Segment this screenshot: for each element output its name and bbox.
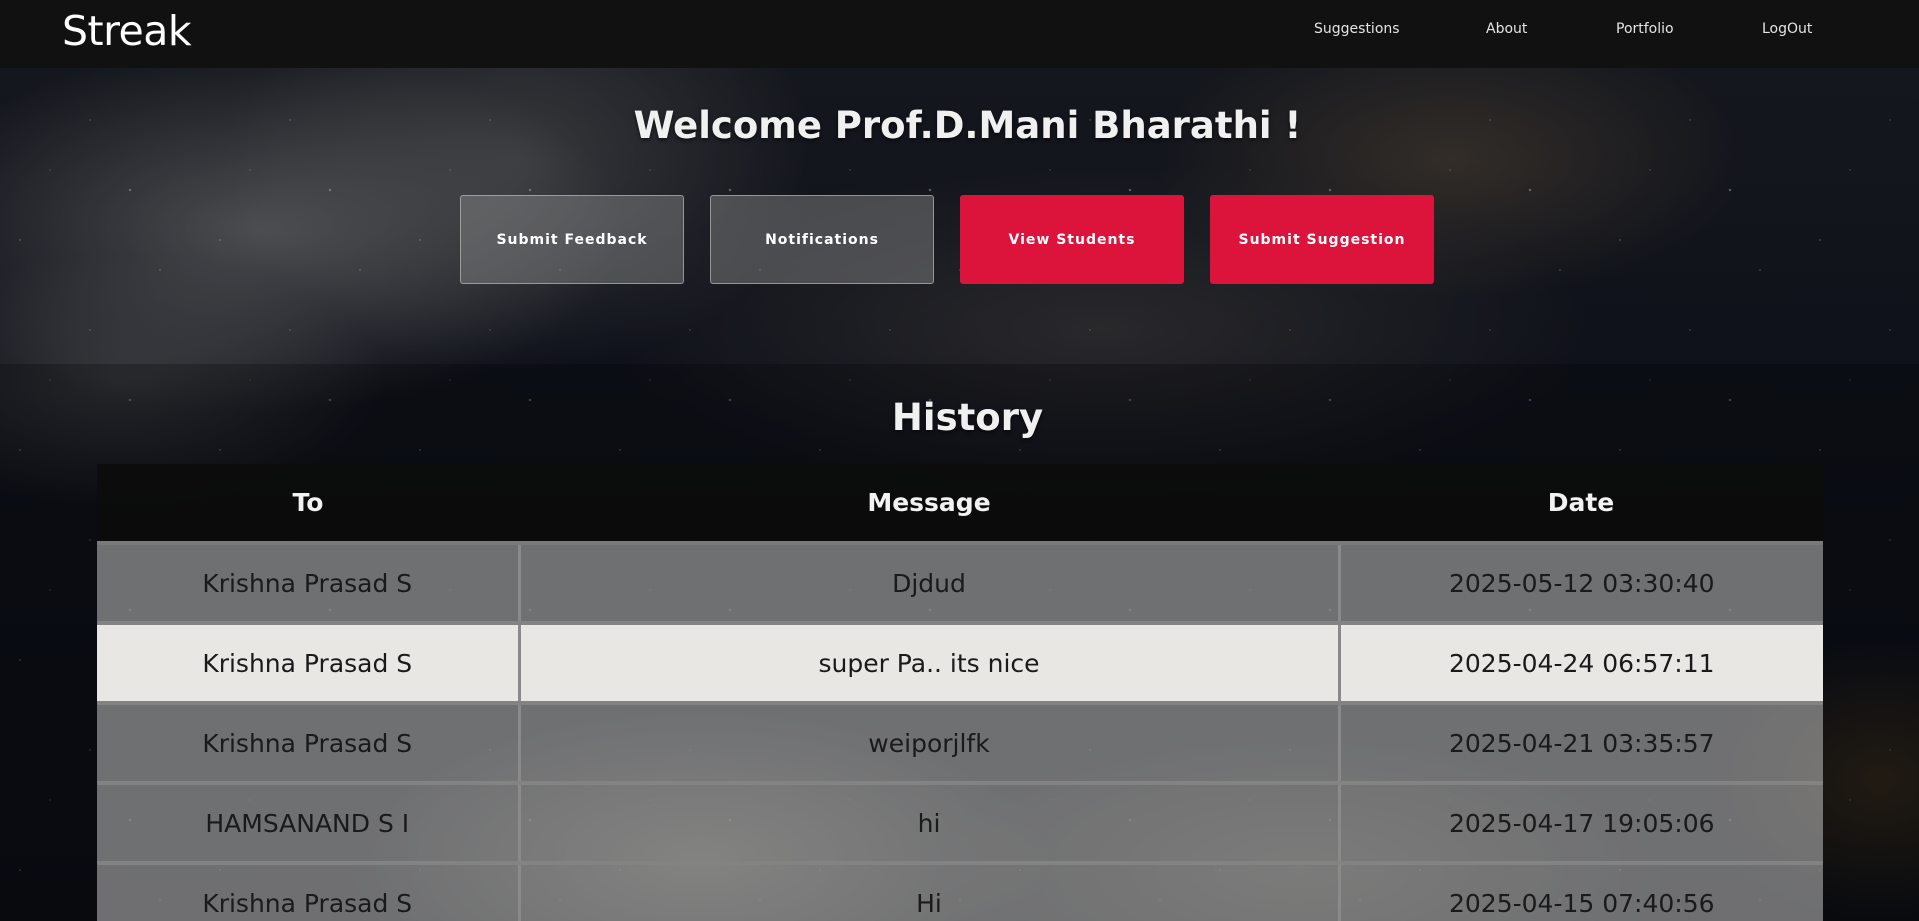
cell-date: 2025-05-12 03:30:40	[1337, 543, 1823, 625]
cell-to: Krishna Prasad S	[97, 623, 519, 705]
table-row: Krishna Prasad S super Pa.. its nice 202…	[97, 623, 1823, 705]
cell-date: 2025-04-15 07:40:56	[1337, 863, 1823, 921]
submit-suggestion-button[interactable]: Submit Suggestion	[1210, 195, 1434, 284]
cell-message: hi	[517, 783, 1339, 865]
notifications-button[interactable]: Notifications	[710, 195, 934, 284]
welcome-heading: Welcome Prof.D.Mani Bharathi !	[633, 104, 1302, 147]
cell-date: 2025-04-17 19:05:06	[1337, 783, 1823, 865]
cell-to: Krishna Prasad S	[97, 543, 519, 625]
nav-link-logout[interactable]: LogOut	[1762, 21, 1812, 37]
table-row: Krishna Prasad S weiporjlfk 2025-04-21 0…	[97, 703, 1823, 785]
history-section: History To Message Date Krishna Prasad S…	[0, 364, 1919, 921]
view-students-button[interactable]: View Students	[960, 195, 1184, 284]
history-table: To Message Date Krishna Prasad S Djdud 2…	[97, 464, 1823, 921]
submit-feedback-button[interactable]: Submit Feedback	[460, 195, 684, 284]
column-header-date: Date	[1339, 464, 1823, 545]
table-header-row: To Message Date	[97, 464, 1823, 545]
column-header-to: To	[97, 464, 519, 545]
hero-section: Welcome Prof.D.Mani Bharathi ! Submit Fe…	[0, 68, 1919, 364]
history-title: History	[891, 396, 1044, 439]
cell-message: Djdud	[517, 543, 1339, 625]
cell-message: super Pa.. its nice	[517, 623, 1339, 705]
cell-date: 2025-04-24 06:57:11	[1337, 623, 1823, 705]
cell-to: HAMSANAND S I	[97, 783, 519, 865]
nav-link-about[interactable]: About	[1486, 21, 1527, 37]
table-row: HAMSANAND S I hi 2025-04-17 19:05:06	[97, 783, 1823, 865]
cell-to: Krishna Prasad S	[97, 863, 519, 921]
column-header-message: Message	[519, 464, 1339, 545]
cell-date: 2025-04-21 03:35:57	[1337, 703, 1823, 785]
navbar: Streak Suggestions About Portfolio LogOu…	[0, 0, 1919, 68]
cell-message: Hi	[517, 863, 1339, 921]
cell-to: Krishna Prasad S	[97, 703, 519, 785]
nav-link-portfolio[interactable]: Portfolio	[1616, 21, 1674, 37]
nav-link-suggestions[interactable]: Suggestions	[1314, 21, 1400, 37]
table-row: Krishna Prasad S Hi 2025-04-15 07:40:56	[97, 863, 1823, 921]
nav-links: Suggestions About Portfolio LogOut	[0, 21, 1919, 43]
cell-message: weiporjlfk	[517, 703, 1339, 785]
table-row: Krishna Prasad S Djdud 2025-05-12 03:30:…	[97, 543, 1823, 625]
